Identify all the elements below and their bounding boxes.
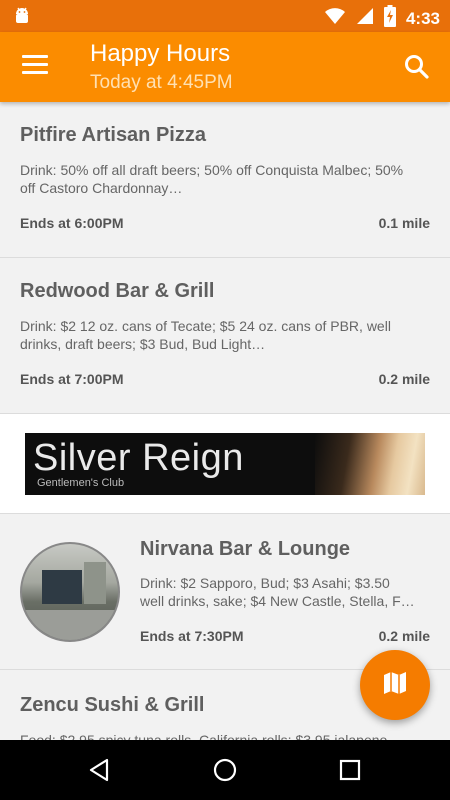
list-item[interactable]: Redwood Bar & Grill Drink: $2 12 oz. can… xyxy=(0,258,450,414)
system-nav-bar xyxy=(0,740,450,800)
ad-title: Silver Reign xyxy=(33,437,244,479)
venue-name: Nirvana Bar & Lounge xyxy=(140,538,351,560)
distance: 0.2 mile xyxy=(378,371,430,387)
deal-description-line: drinks, draft beers; $3 Bud, Bud Light… xyxy=(20,336,266,352)
ad-photo xyxy=(315,433,425,495)
deal-description-line: Drink: $2 12 oz. cans of Tecate; $5 24 o… xyxy=(20,318,391,334)
deal-description-line: Food: $2.95 spicy tuna rolls, California… xyxy=(20,732,388,740)
map-icon xyxy=(382,670,408,701)
ad-container: Silver Reign Gentlemen's Club xyxy=(0,414,450,514)
ad-banner[interactable]: Silver Reign Gentlemen's Club xyxy=(25,433,425,495)
search-icon[interactable] xyxy=(402,52,432,82)
map-button[interactable] xyxy=(360,650,430,720)
venue-name: Zencu Sushi & Grill xyxy=(20,694,205,716)
app-bar: Happy Hours Today at 4:45PM xyxy=(0,32,450,102)
list-item[interactable]: Nirvana Bar & Lounge Drink: $2 Sapporo, … xyxy=(0,514,450,670)
wifi-icon xyxy=(324,6,346,31)
battery-charging-icon xyxy=(383,5,396,32)
signal-icon xyxy=(356,6,374,31)
venue-name: Redwood Bar & Grill xyxy=(20,280,215,302)
home-icon[interactable] xyxy=(212,757,238,783)
end-time: Ends at 7:00PM xyxy=(20,371,124,387)
status-bar: 4:33 xyxy=(0,0,450,32)
deal-description-line: off Castoro Chardonnay… xyxy=(20,180,183,196)
back-icon[interactable] xyxy=(87,757,113,783)
end-time: Ends at 6:00PM xyxy=(20,215,124,231)
android-icon xyxy=(12,6,32,31)
ad-subtitle: Gentlemen's Club xyxy=(37,477,125,489)
happy-hour-list[interactable]: Pitfire Artisan Pizza Drink: 50% off all… xyxy=(0,102,450,740)
end-time: Ends at 7:30PM xyxy=(140,628,244,644)
list-item[interactable]: Pitfire Artisan Pizza Drink: 50% off all… xyxy=(0,102,450,258)
venue-name: Pitfire Artisan Pizza xyxy=(20,124,206,146)
venue-photo xyxy=(20,542,120,642)
deal-description-line: Drink: 50% off all draft beers; 50% off … xyxy=(20,162,404,178)
hamburger-menu-icon[interactable] xyxy=(22,55,48,79)
distance: 0.1 mile xyxy=(378,215,430,231)
distance: 0.2 mile xyxy=(378,628,430,644)
page-subtitle: Today at 4:45PM xyxy=(90,72,233,93)
status-time: 4:33 xyxy=(405,8,440,28)
page-title: Happy Hours xyxy=(90,40,231,67)
recents-icon[interactable] xyxy=(337,757,363,783)
deal-description-line: Drink: $2 Sapporo, Bud; $3 Asahi; $3.50 xyxy=(140,575,390,591)
deal-description-line: well drinks, sake; $4 New Castle, Stella… xyxy=(140,593,415,609)
